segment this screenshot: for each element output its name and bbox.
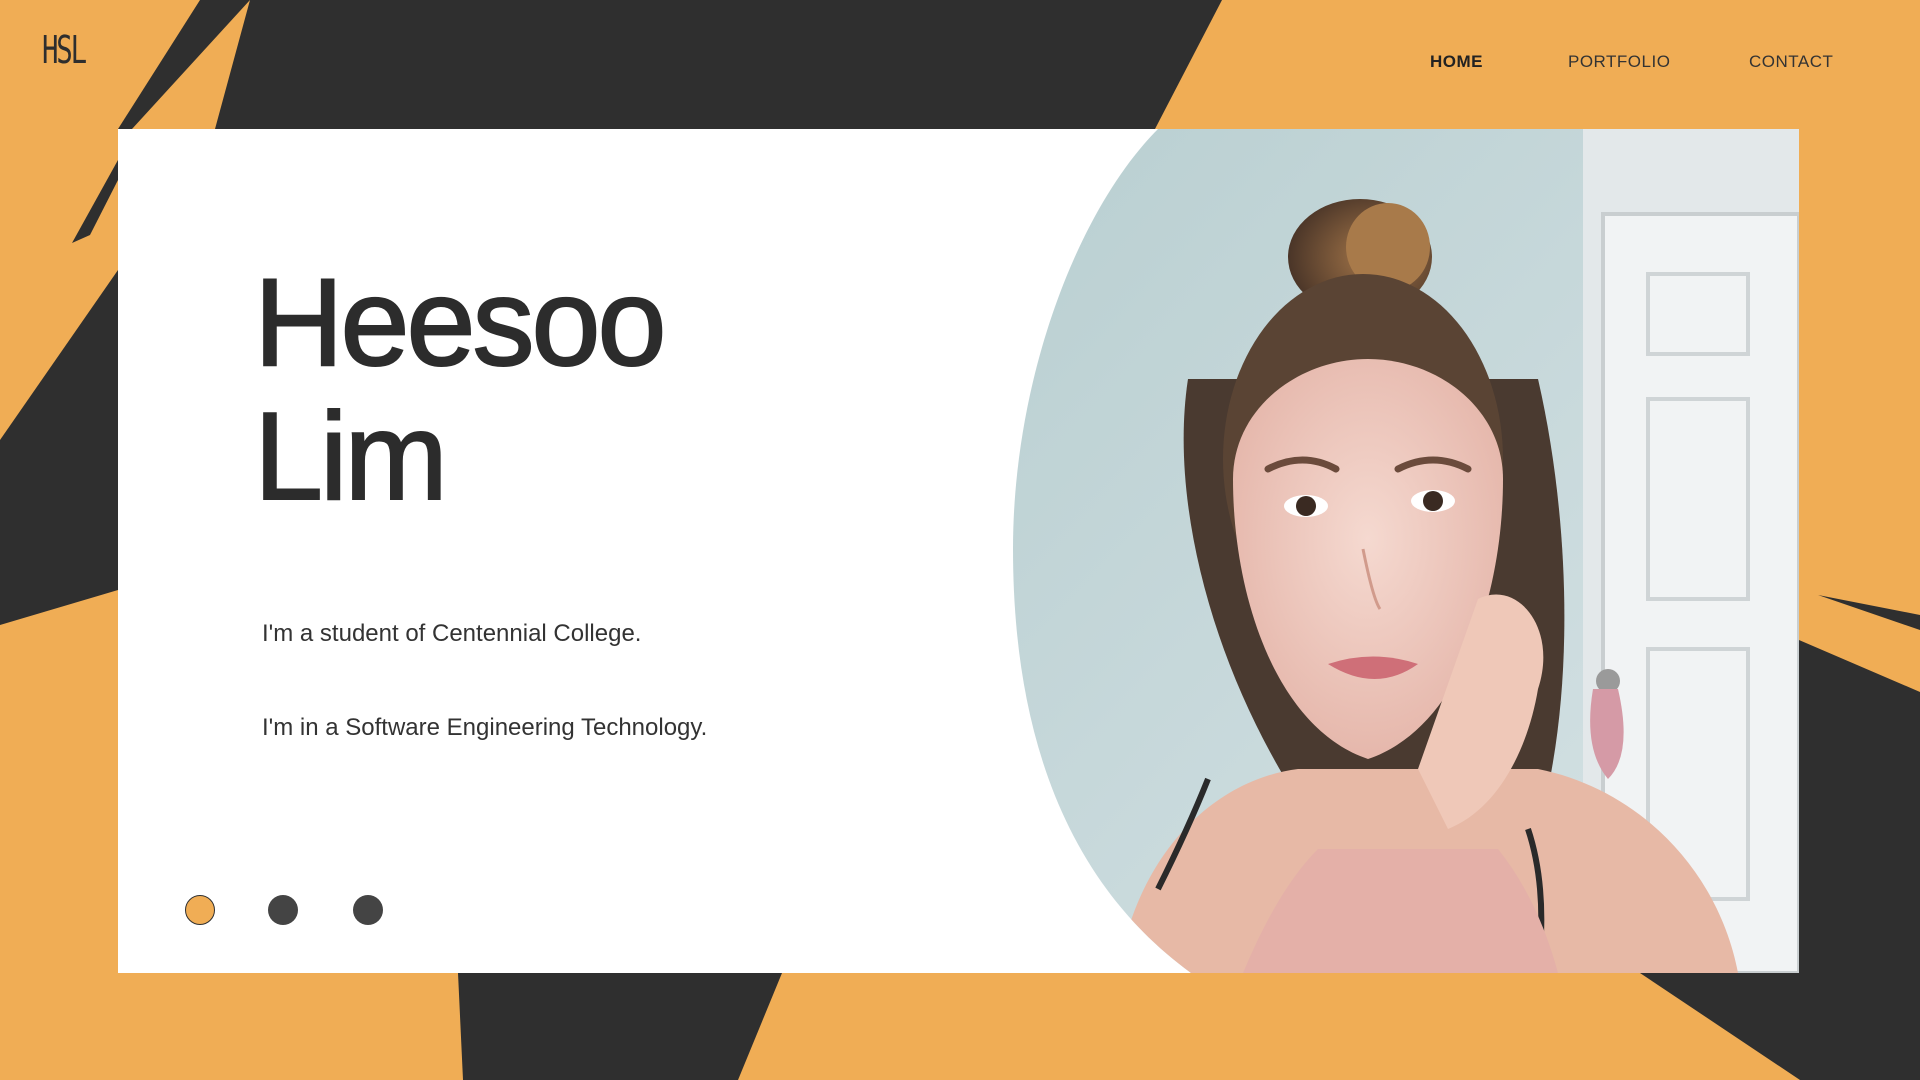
hero-card: Heesoo Lim I'm a student of Centennial C… (118, 129, 1799, 973)
hero-name: Heesoo Lim (253, 254, 667, 526)
intro-line-1: I'm a student of Centennial College. (262, 620, 642, 647)
bottom-dark-shape (458, 973, 782, 1080)
nav-portfolio[interactable]: PORTFOLIO (1568, 52, 1670, 76)
nav-contact[interactable]: CONTACT (1749, 52, 1833, 76)
slider-dot-3[interactable] (353, 895, 383, 925)
slider-dot-1[interactable] (185, 895, 215, 925)
top-dark-shape (215, 0, 1222, 129)
page: HSL HOME PORTFOLIO CONTACT Heesoo Lim I'… (0, 0, 1920, 1080)
first-name: Heesoo (253, 254, 667, 392)
last-name: Lim (253, 388, 449, 526)
nav-home[interactable]: HOME (1430, 52, 1483, 76)
logo[interactable]: HSL (42, 28, 87, 72)
intro-line-2: I'm in a Software Engineering Technology… (262, 714, 708, 741)
slider-dot-2[interactable] (268, 895, 298, 925)
